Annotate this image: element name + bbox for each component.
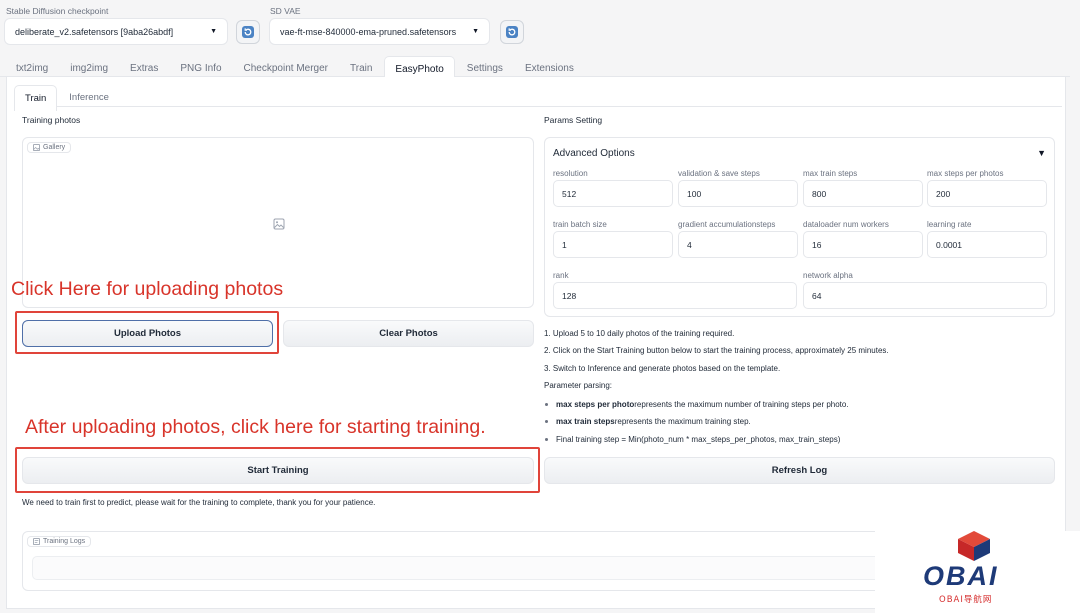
chevron-down-icon: ▼ [472, 28, 479, 35]
param-input-dataloader-num-workers[interactable]: 16 [803, 231, 923, 258]
watermark-logo-text: OBAI [923, 561, 999, 591]
param-input-max-train-steps[interactable]: 800 [803, 180, 923, 207]
param-label-max-steps-per-photos: max steps per photos [927, 169, 1004, 178]
checkpoint-label: Stable Diffusion checkpoint [6, 6, 109, 16]
training-photos-title: Training photos [22, 115, 81, 125]
cube-logo-icon [958, 531, 990, 561]
advanced-options-accordion: Advanced Options ▼ resolution 512 valida… [544, 137, 1055, 317]
gallery-label: Gallery [43, 144, 66, 151]
bullet-text: represents the maximum training step. [614, 417, 751, 426]
clear-photos-button[interactable]: Clear Photos [283, 320, 534, 347]
textbox-icon [33, 538, 40, 545]
training-logs-label: Training Logs [43, 538, 86, 545]
collapse-triangle-icon[interactable]: ▼ [1037, 148, 1046, 158]
refresh-log-button[interactable]: Refresh Log [544, 457, 1055, 484]
upload-annotation-text: Click Here for uploading photos [11, 278, 284, 300]
bullet-text: Final training step = Min(photo_num * ma… [556, 435, 841, 444]
advanced-options-title[interactable]: Advanced Options [553, 148, 635, 159]
param-label-gradient-accumulation-steps: gradient accumulationsteps [678, 220, 776, 229]
param-bullet: max steps per photo represents the maxim… [545, 400, 849, 409]
bullet-bold: max steps per photo [556, 400, 635, 409]
bullet-bold: max train steps [556, 417, 615, 426]
instruction-step-2: 2. Click on the Start Training button be… [544, 346, 889, 355]
param-bullet: max train steps represents the maximum t… [545, 417, 751, 426]
parameter-parsing-title: Parameter parsing: [544, 381, 613, 390]
bullet-text: represents the maximum number of trainin… [634, 400, 849, 409]
train-annotation-box [15, 447, 540, 493]
instruction-step-1: 1. Upload 5 to 10 daily photos of the tr… [544, 329, 735, 338]
upload-annotation-box [15, 311, 279, 354]
bullet-dot [545, 403, 548, 406]
param-input-train-batch-size[interactable]: 1 [553, 231, 673, 258]
param-input-rank[interactable]: 128 [553, 282, 797, 309]
param-label-dataloader-num-workers: dataloader num workers [803, 220, 889, 229]
param-input-resolution[interactable]: 512 [553, 180, 673, 207]
image-placeholder-icon [273, 218, 285, 230]
training-logs-chip: Training Logs [27, 536, 92, 547]
sub-tab-bar: Train Inference [14, 85, 119, 111]
vae-select[interactable]: vae-ft-mse-840000-ema-pruned.safetensors… [269, 18, 490, 45]
params-setting-title: Params Setting [544, 115, 603, 125]
instruction-step-3: 3. Switch to Inference and generate phot… [544, 364, 781, 373]
refresh-icon [242, 26, 254, 38]
param-label-learning-rate: learning rate [927, 220, 972, 229]
param-label-rank: rank [553, 271, 569, 280]
param-label-train-batch-size: train batch size [553, 220, 607, 229]
vae-label: SD VAE [270, 6, 301, 16]
param-label-network-alpha: network alpha [803, 271, 853, 280]
param-label-max-train-steps: max train steps [803, 169, 858, 178]
param-label-resolution: resolution [553, 169, 588, 178]
param-input-network-alpha[interactable]: 64 [803, 282, 1047, 309]
vae-value: vae-ft-mse-840000-ema-pruned.safetensors [280, 26, 457, 37]
vae-refresh-button[interactable] [500, 20, 524, 44]
gallery-label-chip: Gallery [27, 142, 72, 153]
bullet-dot [545, 420, 548, 423]
param-label-validation-save-steps: validation & save steps [678, 169, 760, 178]
refresh-icon [506, 26, 518, 38]
subtab-train[interactable]: Train [14, 85, 58, 111]
param-bullet: Final training step = Min(photo_num * ma… [545, 435, 840, 444]
checkpoint-select[interactable]: deliberate_v2.safetensors [9aba26abdf] ▼ [4, 18, 228, 45]
watermark-area: OBAI OBAI导航网 [875, 531, 1080, 613]
subtab-inference[interactable]: Inference [59, 85, 119, 111]
param-input-learning-rate[interactable]: 0.0001 [927, 231, 1047, 258]
wait-note: We need to train first to predict, pleas… [22, 498, 376, 507]
param-input-validation-save-steps[interactable]: 100 [678, 180, 798, 207]
param-input-max-steps-per-photos[interactable]: 200 [927, 180, 1047, 207]
train-annotation-text: After uploading photos, click here for s… [25, 416, 486, 438]
param-input-gradient-accumulation-steps[interactable]: 4 [678, 231, 798, 258]
image-icon [33, 144, 40, 151]
chevron-down-icon: ▼ [210, 28, 217, 35]
checkpoint-value: deliberate_v2.safetensors [9aba26abdf] [15, 26, 174, 37]
watermark-sub-text: OBAI导航网 [939, 595, 993, 605]
checkpoint-refresh-button[interactable] [236, 20, 260, 44]
bullet-dot [545, 438, 548, 441]
